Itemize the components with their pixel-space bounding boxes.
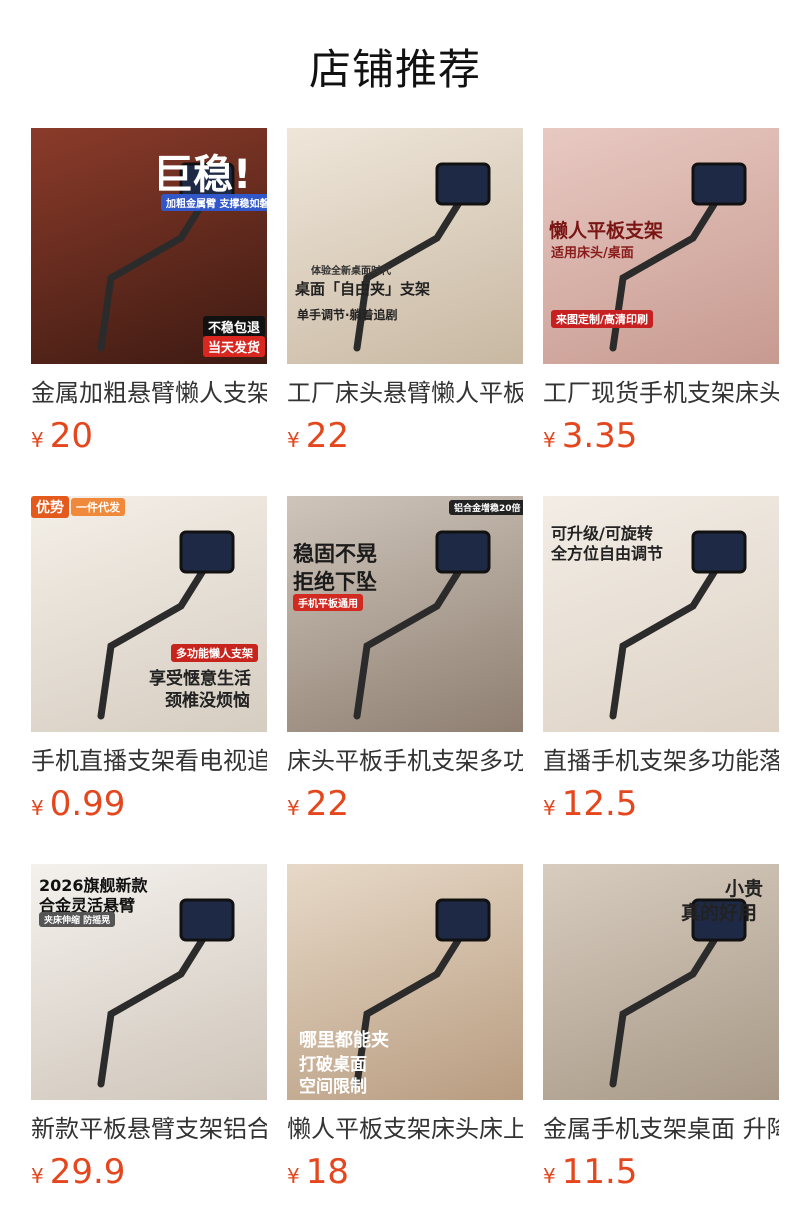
product-name[interactable]: 金属加粗悬臂懒人支架 — [31, 376, 267, 410]
product-image[interactable]: 可升级/可旋转 全方位自由调节 — [543, 496, 779, 732]
currency-symbol: ¥ — [31, 428, 44, 452]
stand-illustration — [353, 530, 491, 720]
product-name[interactable]: 懒人平板支架床头床上 — [287, 1112, 523, 1146]
currency-symbol: ¥ — [31, 1164, 44, 1188]
image-overlay-text: 不稳包退 — [203, 316, 266, 337]
product-price: ¥11.5 — [543, 1152, 779, 1192]
product-card[interactable]: 可升级/可旋转全方位自由调节直播手机支架多功能落地 ¥12.5 — [543, 496, 779, 864]
price-value: 3.35 — [561, 416, 638, 456]
image-overlay-text: 桌面「自由夹」支架 — [295, 280, 431, 298]
product-name[interactable]: 床头平板手机支架多功能 — [287, 744, 523, 778]
stand-illustration — [353, 162, 491, 352]
stand-arm — [97, 194, 210, 352]
product-name[interactable]: 工厂床头悬臂懒人平板支架 — [287, 376, 523, 410]
image-overlay-text: 来图定制/高清印刷 — [551, 310, 654, 328]
product-price: ¥18 — [287, 1152, 523, 1192]
product-card[interactable]: 2026旗舰新款合金灵活悬臂夹床伸缩 防摇晃新款平板悬臂支架铝合金 ¥29.9 — [31, 864, 267, 1232]
image-overlay-text: 哪里都能夹 — [299, 1030, 389, 1051]
image-overlay-text: 铝合金增稳20倍 — [449, 500, 523, 515]
image-overlay-text: 体验全新桌面时代 — [311, 266, 391, 277]
stand-arm — [609, 930, 722, 1088]
device-screen — [435, 162, 491, 206]
product-card[interactable]: 哪里都能夹 打破桌面 空间限制懒人平板支架床头床上 ¥18 — [287, 864, 523, 1232]
stand-arm — [97, 930, 210, 1088]
product-card[interactable]: 稳固不晃拒绝下坠手机平板通用 铝合金增稳20倍床头平板手机支架多功能 ¥22 — [287, 496, 523, 864]
image-overlay-text: 空间限制 — [299, 1077, 367, 1097]
product-image[interactable]: 哪里都能夹 打破桌面 空间限制 — [287, 864, 523, 1100]
price-value: 18 — [305, 1152, 349, 1192]
currency-symbol: ¥ — [543, 428, 556, 452]
product-name[interactable]: 直播手机支架多功能落地 — [543, 744, 779, 778]
stand-arm — [609, 562, 722, 720]
image-overlay-text: 全方位自由调节 — [551, 544, 664, 563]
image-overlay-text: 颈椎没烦恼 — [165, 691, 250, 711]
device-screen — [691, 530, 747, 574]
product-card[interactable]: 小贵 真的好用金属手机支架桌面 升降 ¥11.5 — [543, 864, 779, 1232]
product-image[interactable]: 桌面「自由夹」支架 体验全新桌面时代单手调节·躺着追剧 — [287, 128, 523, 364]
product-card[interactable]: 优势一件代发多功能懒人支架享受惬意生活颈椎没烦恼手机直播支架看电视追剧¥0.99 — [31, 496, 267, 864]
image-overlay-text: 加粗金属臂 支撑稳如磐石 — [161, 194, 267, 211]
device-screen — [435, 898, 491, 942]
product-price: ¥20 — [31, 416, 267, 456]
product-price: ¥29.9 — [31, 1152, 267, 1192]
product-card[interactable]: 桌面「自由夹」支架 体验全新桌面时代单手调节·躺着追剧工厂床头悬臂懒人平板支架 ¥2… — [287, 128, 523, 496]
currency-symbol: ¥ — [543, 796, 556, 820]
product-price: ¥0.99 — [31, 784, 267, 824]
currency-symbol: ¥ — [287, 428, 300, 452]
product-image[interactable]: 优势 一件代发 多功能懒人支架 享受惬意生活 颈椎没烦恼 — [31, 496, 267, 732]
product-price: ¥3.35 — [543, 416, 779, 456]
image-overlay-text: 手机平板通用 — [293, 594, 363, 611]
product-price: ¥22 — [287, 416, 523, 456]
image-overlay-text: 适用床头/桌面 — [551, 246, 634, 261]
price-value: 29.9 — [49, 1152, 126, 1192]
image-overlay-text: 稳固不晃 — [293, 542, 377, 566]
product-name[interactable]: 工厂现货手机支架床头 — [543, 376, 779, 410]
product-name[interactable]: 新款平板悬臂支架铝合金 — [31, 1112, 267, 1146]
product-image[interactable]: 巨稳!加粗金属臂 支撑稳如磐石不稳包退当天发货 — [31, 128, 267, 364]
image-overlay-text: 真的好用 — [681, 902, 758, 924]
product-card[interactable]: 巨稳!加粗金属臂 支撑稳如磐石不稳包退当天发货金属加粗悬臂懒人支架 ¥20 — [31, 128, 267, 496]
currency-symbol: ¥ — [31, 796, 44, 820]
image-overlay-text: 单手调节·躺着追剧 — [297, 308, 398, 322]
image-overlay-text: 拒绝下坠 — [293, 570, 377, 594]
image-overlay-text: 优势 — [31, 496, 69, 518]
device-screen — [435, 530, 491, 574]
price-value: 12.5 — [561, 784, 638, 824]
image-overlay-text: 当天发货 — [203, 336, 266, 357]
currency-symbol: ¥ — [287, 796, 300, 820]
product-card[interactable]: 懒人平板支架适用床头/桌面来图定制/高清印刷工厂现货手机支架床头 ¥3.35 — [543, 128, 779, 496]
store-recommend-page: 店铺推荐 巨稳!加粗金属臂 支撑稳如磐石不稳包退当天发货金属加粗悬臂懒人支架 ¥2… — [0, 0, 790, 1232]
product-price: ¥22 — [287, 784, 523, 824]
device-screen — [179, 898, 235, 942]
section-title: 店铺推荐 — [308, 45, 481, 94]
image-overlay-text: 多功能懒人支架 — [171, 644, 258, 662]
price-value: 22 — [305, 416, 349, 456]
image-overlay-text: 一件代发 — [71, 498, 125, 516]
product-image[interactable]: 懒人平板支架适用床头/桌面来图定制/高清印刷 — [543, 128, 779, 364]
price-value: 0.99 — [49, 784, 126, 824]
device-screen — [179, 530, 235, 574]
product-name[interactable]: 手机直播支架看电视追剧 — [31, 744, 267, 778]
product-name[interactable]: 金属手机支架桌面 升降 — [543, 1112, 779, 1146]
image-overlay-text: 巨稳! — [153, 152, 252, 198]
currency-symbol: ¥ — [543, 1164, 556, 1188]
product-price: ¥12.5 — [543, 784, 779, 824]
product-image[interactable]: 小贵 真的好用 — [543, 864, 779, 1100]
image-overlay-text: 小贵 — [725, 878, 764, 900]
stand-arm — [353, 930, 466, 1088]
currency-symbol: ¥ — [287, 1164, 300, 1188]
price-value: 11.5 — [561, 1152, 638, 1192]
price-value: 20 — [49, 416, 93, 456]
image-overlay-text: 夹床伸缩 防摇晃 — [39, 912, 116, 927]
price-value: 22 — [305, 784, 349, 824]
product-image[interactable]: 2026旗舰新款 合金灵活悬臂 夹床伸缩 防摇晃 — [31, 864, 267, 1100]
image-overlay-text: 懒人平板支架 — [549, 220, 664, 242]
device-screen — [691, 162, 747, 206]
product-grid: 巨稳!加粗金属臂 支撑稳如磐石不稳包退当天发货金属加粗悬臂懒人支架 ¥20 桌面「自… — [31, 128, 779, 1232]
product-image[interactable]: 稳固不晃拒绝下坠 手机平板通用 铝合金增稳20倍 — [287, 496, 523, 732]
